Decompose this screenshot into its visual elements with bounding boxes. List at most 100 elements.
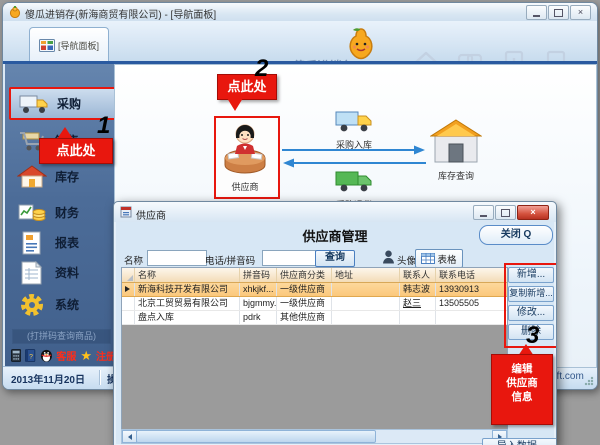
sidebar-item-data[interactable]: 资料 [9,257,112,288]
supplier-table: 名称 拼音码 供应商分类 地址 联系人 联系电话 新海科技开发有限公司 xhkj… [121,267,508,430]
name-filter-label: 名称 [124,256,144,267]
supplier-person-icon [224,124,266,174]
cell-phone: 13930913 [439,284,480,294]
minimize-button[interactable] [526,5,547,20]
maximize-icon [554,8,563,17]
column-header-address[interactable]: 地址 [332,268,400,282]
callout-3-line2: 供应商 [506,377,538,389]
select-all-icon [127,275,133,281]
table-row[interactable]: 北京工贸贸易有限公司 bjgmmy... 一级供应商 赵三 13505505 [122,297,507,311]
sidebar-item-label: 报表 [55,236,80,250]
avatar-icon[interactable] [382,249,395,265]
mascot-image [349,28,373,60]
column-header-pinyin[interactable]: 拼音码 [240,268,277,282]
table-row-selected[interactable]: 新海科技开发有限公司 xhkjkf... 一级供应商 韩志波 13930913 [122,283,507,297]
maximize-icon [501,208,510,217]
close-button[interactable]: × [570,5,591,20]
sidebar: 采购 销售 库存 [5,64,116,366]
cell-phone [436,311,505,324]
cell-name: 新海科技开发有限公司 [135,283,240,296]
maximize-button[interactable] [548,5,569,20]
customer-service-link[interactable]: 客服 [56,348,76,363]
sidebar-footer: ? 客服 ★ 注册 [11,346,116,364]
query-button[interactable]: 查询 [315,250,355,267]
sidebar-item-system[interactable]: 系统 [9,289,112,320]
minimize-icon [480,214,487,217]
grid-view-toggle[interactable]: 表格 [415,249,463,268]
cell-contact: 韩志波 [400,283,436,296]
close-icon: × [530,207,536,217]
column-header-category[interactable]: 供应商分类 [277,268,332,282]
dialog-titlebar: 供应商 × [114,202,556,222]
tab-navigation-panel[interactable]: [导航面板] [29,27,109,62]
calculator-icon[interactable] [11,348,22,363]
status-date: 2013年11月20日 [11,375,85,386]
main-window-title: 傻瓜进销存(新海商贸有限公司) - [导航面板] [25,10,217,21]
svg-text:?: ? [29,353,33,360]
phone-filter-input[interactable] [262,250,316,266]
dialog-close-button[interactable]: × [517,205,549,220]
supplier-shortcut[interactable]: 供应商 [214,116,276,195]
step-3-number: 3 [526,322,540,349]
sidebar-item-label: 财务 [55,206,80,220]
gear-icon [21,293,43,316]
stock-query-label: 库存查询 [437,171,474,181]
arrow-left-icon [127,433,132,440]
resize-grip[interactable] [584,376,594,386]
tab-label: [导航面板] [57,40,99,51]
row-selector-cell [122,297,135,310]
name-filter-input[interactable] [147,250,207,266]
sidebar-item-inventory[interactable]: 库存 [9,161,112,192]
dashboard-icon [38,38,55,52]
notebook-icon[interactable]: ? [25,348,36,363]
cell-category: 其他供应商 [277,311,332,324]
report-icon [22,231,41,254]
cell-category: 一级供应商 [277,283,332,296]
table-horizontal-scrollbar[interactable] [121,429,508,444]
product-code-search-hint[interactable]: (打拼码查询商品) [12,329,111,344]
cell-contact [400,311,436,324]
qq-penguin-icon[interactable] [40,347,53,363]
callout-1: 点此处 [39,138,113,164]
sidebar-item-label: 系统 [55,298,80,312]
dialog-maximize-button[interactable] [495,205,516,220]
phone-filter-label: 电话/拼音码 [205,256,256,267]
avatar-view-label[interactable]: 头像 [397,253,416,267]
table-row[interactable]: 盘点入库 pdrk 其他供应商 [122,311,507,325]
main-titlebar: 傻瓜进销存(新海商贸有限公司) - [导航面板] × [3,3,597,21]
column-header-name[interactable]: 名称 [135,268,240,282]
row-selector-cell [122,311,135,324]
dialog-title: 供应商 [136,211,166,222]
green-truck-icon [335,171,372,192]
table-header-row: 名称 拼音码 供应商分类 地址 联系人 联系电话 [122,268,507,283]
status-separator [99,370,100,385]
stock-query-shortcut[interactable]: 库存查询 [427,119,485,189]
dialog-minimize-button[interactable] [473,205,494,220]
scrollbar-thumb[interactable] [136,430,376,443]
tab-strip: [导航面板] 傻瓜进销存 [3,21,597,76]
cell-phone: 13505505 [439,298,480,308]
cell-pinyin: xhkjkf... [240,283,277,296]
screenshot-root: 傻瓜进销存(新海商贸有限公司) - [导航面板] × [导航面板] 傻瓜进销存 [0,0,600,445]
supplier-label: 供应商 [231,182,259,192]
callout-2-tail [227,98,243,111]
cell-name: 北京工贸贸易有限公司 [135,297,240,310]
column-header-phone[interactable]: 联系电话 [436,268,505,282]
star-icon: ★ [80,347,93,363]
warehouse-icon [430,119,482,163]
truck-icon [19,95,48,113]
import-data-button[interactable]: 导入数据... [482,438,556,445]
sidebar-item-label: 资料 [55,266,80,280]
column-header-contact[interactable]: 联系人 [400,268,436,282]
close-dialog-button[interactable]: 关闭 Q [479,225,553,245]
app-mascot-icon [9,6,21,18]
cell-address [332,311,400,324]
step-1-number: 1 [97,112,111,139]
house-icon [17,164,47,187]
scroll-left-button[interactable] [122,430,137,443]
sidebar-item-finance[interactable]: 财务 [9,197,112,228]
blue-truck-icon [335,111,372,132]
select-all-cell[interactable] [122,268,135,282]
cell-pinyin: bjgmmy... [240,297,277,310]
sidebar-item-reports[interactable]: 报表 [9,227,112,258]
